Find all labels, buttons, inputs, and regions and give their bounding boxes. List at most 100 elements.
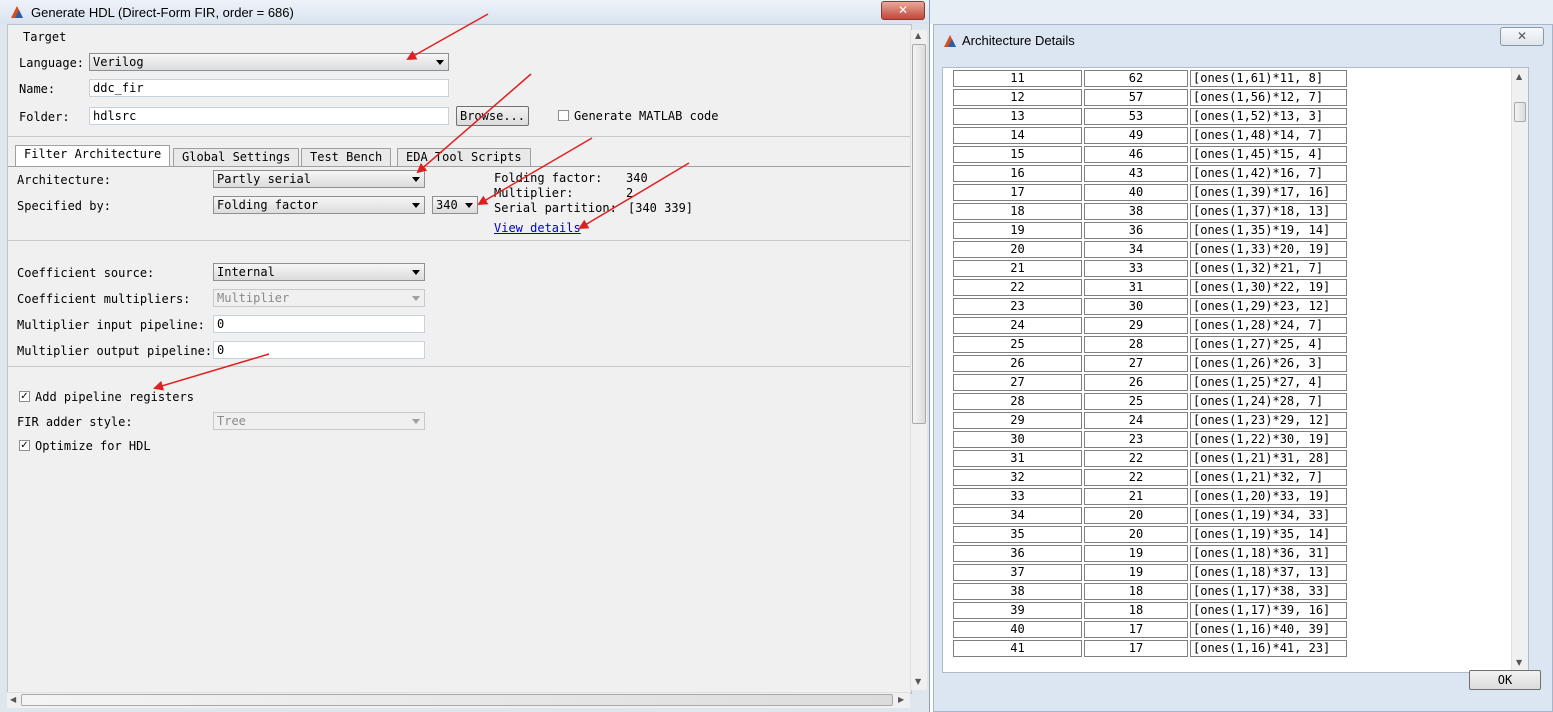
table-cell: [ones(1,16)*40, 39]: [1190, 621, 1347, 638]
tab-eda-tool-scripts[interactable]: EDA Tool Scripts: [397, 148, 531, 166]
table-cell: [ones(1,21)*31, 28]: [1190, 450, 1347, 467]
table-cell: [ones(1,21)*32, 7]: [1190, 469, 1347, 486]
scroll-thumb[interactable]: [912, 44, 926, 424]
scroll-down-arrow-icon[interactable]: ▼: [915, 677, 921, 686]
table-cell: 39: [953, 602, 1082, 619]
table-cell: [ones(1,35)*19, 14]: [1190, 222, 1347, 239]
table-cell: [ones(1,27)*25, 4]: [1190, 336, 1347, 353]
table-cell: 18: [1084, 583, 1188, 600]
chevron-down-icon: [412, 419, 420, 424]
table-cell: 36: [953, 545, 1082, 562]
name-field[interactable]: ddc_fir: [89, 79, 449, 97]
table-cell: 34: [1084, 241, 1188, 258]
table-cell: 22: [953, 279, 1082, 296]
folding-value-dropdown[interactable]: 340: [432, 196, 478, 214]
chevron-down-icon: [436, 60, 444, 65]
table-cell: 62: [1084, 70, 1188, 87]
table-cell: 28: [953, 393, 1082, 410]
dialog-panel: Target Language: Verilog Name: ddc_fir F…: [7, 24, 912, 694]
coefficient-source-value: Internal: [217, 265, 275, 279]
table-cell: [ones(1,52)*13, 3]: [1190, 108, 1347, 125]
mult-input-pipeline-field[interactable]: 0: [213, 315, 425, 333]
scroll-up-arrow-icon[interactable]: ▲: [1516, 72, 1522, 81]
table-cell: [ones(1,20)*33, 19]: [1190, 488, 1347, 505]
table-cell: 20: [1084, 507, 1188, 524]
scroll-down-arrow-icon[interactable]: ▼: [1516, 658, 1522, 667]
specified-by-dropdown[interactable]: Folding factor: [213, 196, 425, 214]
ok-button[interactable]: OK: [1469, 670, 1541, 690]
divider: [8, 366, 911, 367]
vertical-scrollbar[interactable]: ▲ ▼: [910, 30, 927, 690]
title-bar[interactable]: Generate HDL (Direct-Form FIR, order = 6…: [0, 0, 929, 24]
mult-output-pipeline-field[interactable]: 0: [213, 341, 425, 359]
table-cell: [ones(1,16)*41, 23]: [1190, 640, 1347, 657]
table-cell: 38: [1084, 203, 1188, 220]
details-close-button[interactable]: ✕: [1500, 27, 1544, 46]
table-cell: 40: [953, 621, 1082, 638]
specified-by-label: Specified by:: [17, 199, 111, 213]
chevron-down-icon: [412, 177, 420, 182]
table-cell: 12: [953, 89, 1082, 106]
table-cell: 15: [953, 146, 1082, 163]
window-title: Generate HDL (Direct-Form FIR, order = 6…: [31, 5, 294, 20]
background-desktop: [929, 0, 1553, 24]
table-cell: 31: [1084, 279, 1188, 296]
table-cell: [ones(1,18)*36, 31]: [1190, 545, 1347, 562]
table-cell: [ones(1,26)*26, 3]: [1190, 355, 1347, 372]
table-cell: 33: [1084, 260, 1188, 277]
mult-output-pipeline-label: Multiplier output pipeline:: [17, 344, 213, 358]
table-cell: 28: [1084, 336, 1188, 353]
details-window-title: Architecture Details: [962, 33, 1075, 48]
coefficient-source-dropdown[interactable]: Internal: [213, 263, 425, 281]
generate-matlab-checkbox[interactable]: [558, 110, 569, 121]
divider: [8, 136, 911, 137]
view-details-link[interactable]: View details: [494, 221, 581, 235]
optimize-hdl-label: Optimize for HDL: [35, 439, 151, 453]
language-dropdown[interactable]: Verilog: [89, 53, 449, 71]
table-cell: [ones(1,24)*28, 7]: [1190, 393, 1347, 410]
add-pipeline-label: Add pipeline registers: [35, 390, 194, 404]
multiplier-value: 2: [626, 186, 634, 200]
table-cell: 35: [953, 526, 1082, 543]
tab-filter-architecture[interactable]: Filter Architecture: [15, 145, 171, 166]
folding-value: 340: [436, 198, 458, 212]
chevron-down-icon: [412, 270, 420, 275]
table-cell: 13: [953, 108, 1082, 125]
table-cell: [ones(1,19)*35, 14]: [1190, 526, 1347, 543]
browse-button[interactable]: Browse...: [456, 106, 529, 126]
table-cell: 19: [953, 222, 1082, 239]
optimize-hdl-checkbox[interactable]: ✓: [19, 440, 30, 451]
details-scroll-thumb[interactable]: [1514, 102, 1526, 122]
language-value: Verilog: [93, 55, 144, 69]
table-cell: 41: [953, 640, 1082, 657]
table-cell: 25: [953, 336, 1082, 353]
name-label: Name:: [19, 82, 56, 96]
scroll-up-arrow-icon[interactable]: ▲: [915, 31, 921, 40]
hscroll-thumb[interactable]: [21, 694, 893, 706]
table-cell: 27: [953, 374, 1082, 391]
tab-test-bench[interactable]: Test Bench: [301, 148, 392, 166]
serial-partition-value: [340 339]: [628, 201, 694, 215]
fir-adder-value: Tree: [217, 414, 246, 428]
table-cell: [ones(1,17)*39, 16]: [1190, 602, 1347, 619]
table-cell: 19: [1084, 564, 1188, 581]
tab-global-settings[interactable]: Global Settings: [173, 148, 300, 166]
table-cell: [ones(1,56)*12, 7]: [1190, 89, 1347, 106]
coefficient-multipliers-value: Multiplier: [217, 291, 290, 305]
table-cell: 24: [953, 317, 1082, 334]
scroll-left-arrow-icon[interactable]: ◀: [10, 695, 16, 704]
mult-input-pipeline-label: Multiplier input pipeline:: [17, 318, 205, 332]
table-cell: [ones(1,61)*11, 8]: [1190, 70, 1347, 87]
architecture-dropdown[interactable]: Partly serial: [213, 170, 425, 188]
details-vertical-scrollbar[interactable]: ▲ ▼: [1511, 68, 1528, 672]
folder-field[interactable]: hdlsrc: [89, 107, 449, 125]
table-cell: [ones(1,19)*34, 33]: [1190, 507, 1347, 524]
tab-strip-line: [8, 166, 911, 167]
architecture-details-window: Architecture Details ✕ 11 62 [ones(1,61)*1…: [933, 24, 1553, 712]
scroll-right-arrow-icon[interactable]: ▶: [898, 695, 904, 704]
table-cell: 53: [1084, 108, 1188, 125]
add-pipeline-checkbox[interactable]: ✓: [19, 391, 30, 402]
table-cell: 36: [1084, 222, 1188, 239]
close-button[interactable]: ✕: [881, 1, 925, 20]
horizontal-scrollbar[interactable]: ◀ ▶: [7, 692, 910, 708]
